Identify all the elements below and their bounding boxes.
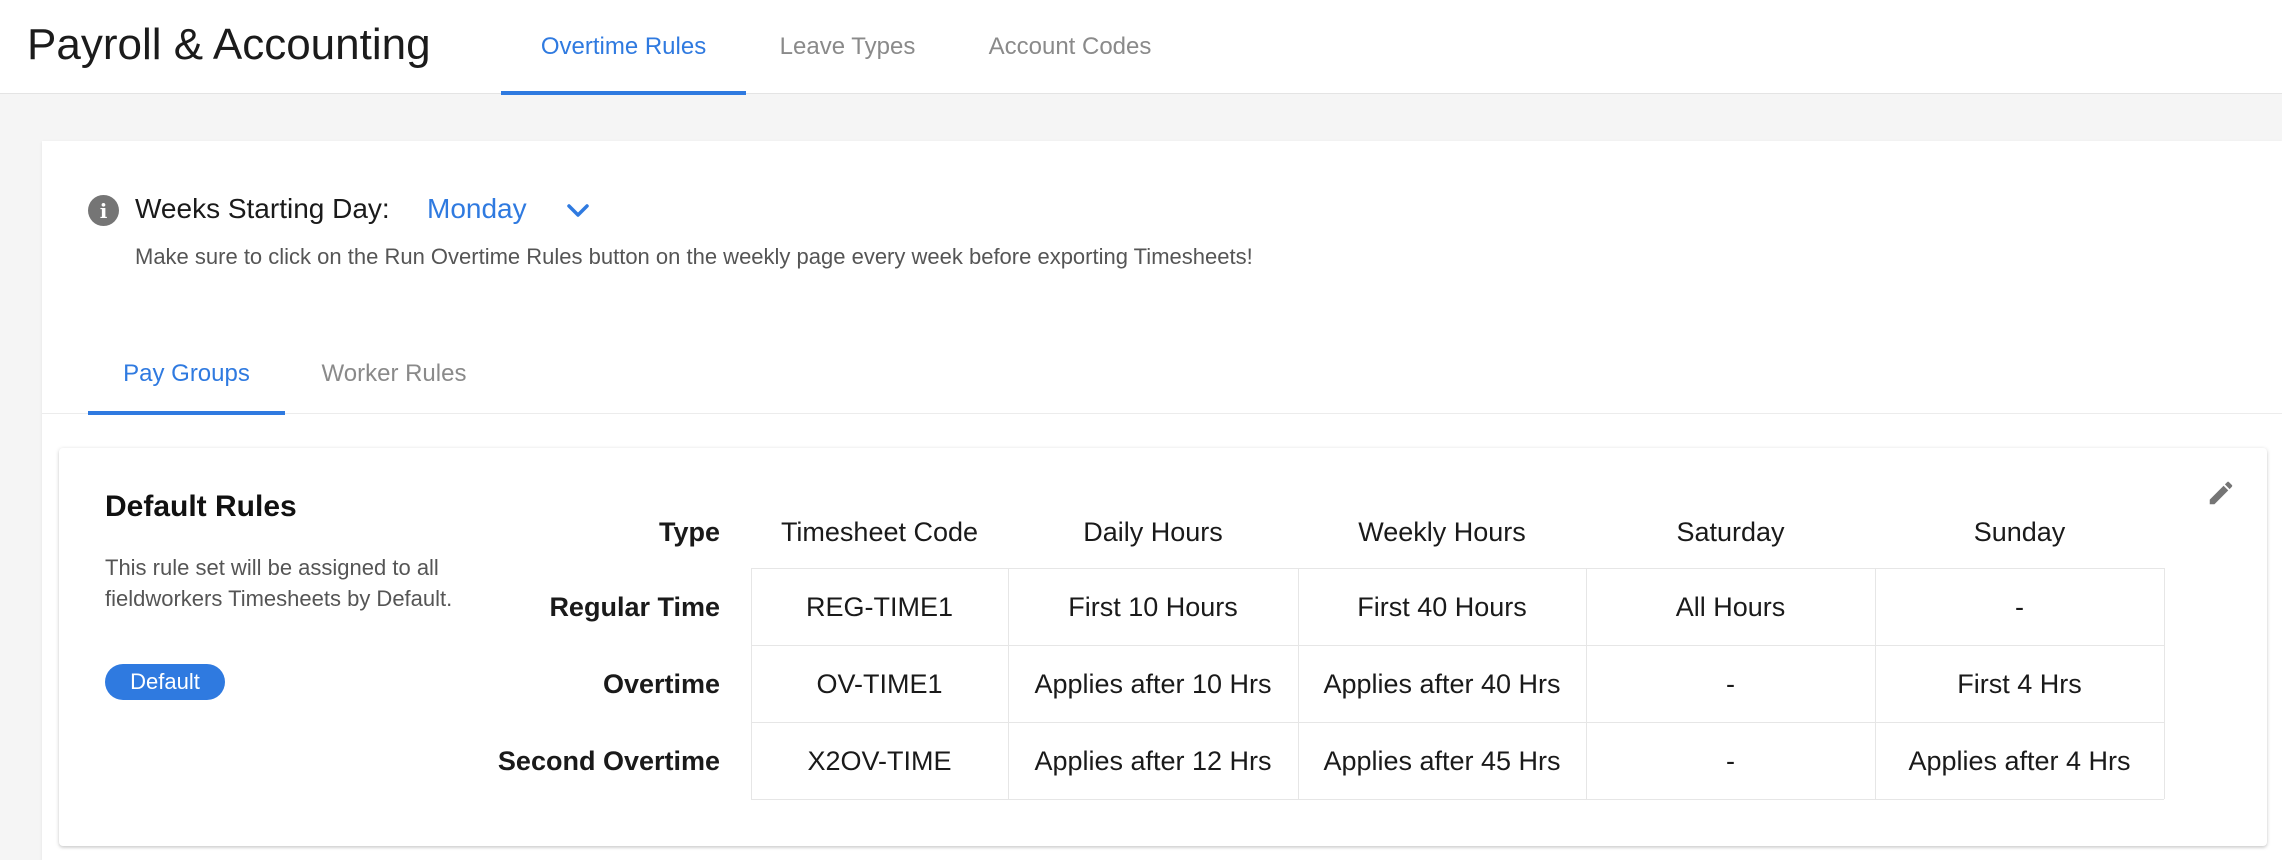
column-header-type: Type [658,516,720,547]
row-type-overtime: Overtime [602,668,720,699]
cell-weekly-hours: First 40 Hours [1357,591,1527,622]
rules-description: This rule set will be assigned to all fi… [105,555,453,611]
cell-timesheet-code: OV-TIME1 [816,668,943,699]
top-bar: Payroll & Accounting Overtime Rules Leav… [0,0,2282,95]
cell-daily-hours: Applies after 12 Hrs [1034,745,1272,776]
column-header-saturday: Saturday [1676,516,1785,547]
cell-sunday: - [2015,591,2024,622]
tab-overtime-rules[interactable]: Overtime Rules [501,0,746,95]
cell-weekly-hours: Applies after 40 Hrs [1323,668,1561,699]
cell-saturday: All Hours [1675,591,1786,622]
page-title: Payroll & Accounting [27,20,431,69]
cell-saturday: - [1726,745,1735,776]
cell-timesheet-code: REG-TIME1 [805,591,953,622]
tab-worker-rules[interactable]: Worker Rules [300,334,488,414]
weeks-starting-day-select[interactable]: Monday [427,193,527,225]
cell-sunday: First 4 Hrs [1957,668,2082,699]
grid-divider [2164,568,2165,799]
cell-daily-hours: Applies after 10 Hrs [1034,668,1272,699]
tab-leave-types[interactable]: Leave Types [760,0,935,94]
cell-daily-hours: First 10 Hours [1068,591,1238,622]
chevron-down-icon[interactable] [563,198,593,224]
column-header-sunday: Sunday [1973,516,2066,547]
info-icon: i [88,195,119,226]
row-type-second-overtime: Second Overtime [497,745,720,776]
grid-divider [751,799,2164,800]
weeks-starting-day-label: Weeks Starting Day: [135,193,390,224]
tab-account-codes[interactable]: Account Codes [970,0,1170,94]
overtime-notice: Make sure to click on the Run Overtime R… [135,244,1253,269]
tab-pay-groups[interactable]: Pay Groups [88,334,285,415]
cell-sunday: Applies after 4 Hrs [1908,745,2131,776]
column-header-weekly-hours: Weekly Hours [1358,516,1526,547]
cell-weekly-hours: Applies after 45 Hrs [1323,745,1561,776]
pencil-icon[interactable] [2206,478,2236,508]
cell-saturday: - [1726,668,1735,699]
cell-timesheet-code: X2OV-TIME [807,745,952,776]
row-type-regular-time: Regular Time [549,591,720,622]
default-badge: Default [105,664,225,700]
column-header-timesheet-code: Timesheet Code [780,516,979,547]
column-header-daily-hours: Daily Hours [1083,516,1223,547]
rules-title: Default Rules [105,490,297,523]
